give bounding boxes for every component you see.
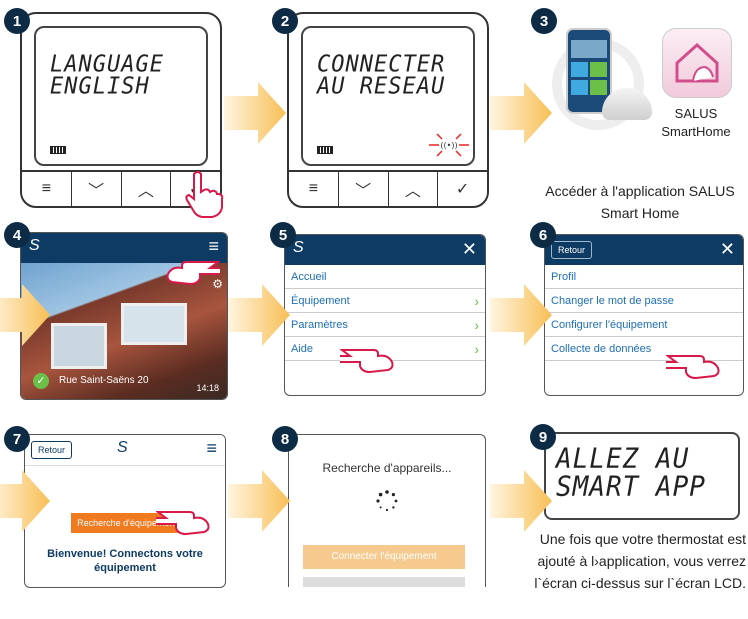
salus-logo: S (293, 239, 304, 256)
menu-item-configure-equipment[interactable]: Configurer l'équipement (545, 313, 743, 337)
menu-button[interactable]: ≡ (22, 172, 72, 206)
up-button[interactable]: ︿ (122, 172, 172, 206)
arrow-right-icon (224, 82, 286, 144)
lcd-line-2: SMART APP (556, 471, 706, 503)
step-number-7: 7 (4, 426, 30, 452)
app-name: SALUS SmartHome (652, 105, 740, 141)
step-number-4: 4 (4, 222, 30, 248)
menu-item-change-password[interactable]: Changer le mot de passe (545, 289, 743, 313)
chevron-right-icon: › (474, 317, 479, 333)
arrow-right-icon (490, 82, 552, 144)
ok-button[interactable]: ✓ (438, 172, 487, 206)
down-button[interactable]: ﹀ (339, 172, 389, 206)
welcome-text: Bienvenue! Connectons votre équipement (47, 548, 203, 574)
svg-text:((•)): ((•)) (440, 141, 457, 150)
battery-icon (50, 146, 66, 154)
chevron-right-icon: › (474, 293, 479, 309)
arrow-right-icon (228, 470, 290, 532)
check-circle-icon: ✓ (33, 373, 49, 389)
lcd-line-2: AU RESEAU (317, 73, 446, 100)
lcd-line-2: ENGLISH (50, 73, 150, 100)
secondary-button[interactable] (303, 577, 465, 587)
close-icon[interactable]: ✕ (720, 239, 735, 260)
wifi-blink-icon: ((•)) (429, 133, 469, 157)
lcd-screen-step-9: ALLEZ AU SMART APP (544, 432, 740, 520)
up-button[interactable]: ︿ (389, 172, 439, 206)
phone-and-gateway-image (548, 28, 658, 158)
thermostat-step-2: CONNECTER AU RESEAU ((•)) ≡ ﹀ ︿ ✓ (287, 12, 489, 208)
step-number-8: 8 (272, 426, 298, 452)
thermostat-buttons: ≡ ﹀ ︿ ✓ (289, 170, 487, 206)
back-button[interactable]: Retour (551, 241, 593, 259)
app-header: Retour ✕ (545, 235, 743, 265)
pointing-hand-icon (666, 355, 720, 380)
step-number-9: 9 (530, 424, 556, 450)
app-name-line-1: SALUS (674, 106, 718, 121)
arrow-right-icon (490, 284, 552, 346)
salus-logo: S (117, 439, 128, 456)
arrow-right-icon (228, 284, 290, 346)
menu-button[interactable]: ≡ (289, 172, 339, 206)
time-label: 14:18 (196, 383, 219, 393)
lcd-screen: CONNECTER AU RESEAU ((•)) (301, 26, 475, 166)
menu-item-equipement[interactable]: Équipement › (285, 289, 485, 313)
step-number-3: 3 (531, 8, 557, 34)
menu-item-accueil[interactable]: Accueil (285, 265, 485, 289)
battery-icon (317, 146, 333, 154)
searching-screen: Recherche d'appareils... Connecter l'équ… (288, 434, 486, 587)
step-number-2: 2 (272, 8, 298, 34)
app-header: Retour S ≡ (25, 435, 225, 466)
loading-spinner-icon (376, 490, 398, 512)
pointing-hand-icon (156, 511, 210, 536)
arrow-right-icon (490, 470, 552, 532)
step-9-caption: Une fois que votre thermostat est ajouté… (534, 531, 746, 591)
chevron-right-icon: › (474, 341, 479, 357)
step-number-5: 5 (270, 222, 296, 248)
step-3-caption: Accéder à l'application SALUS Smart Home (545, 183, 735, 221)
connect-equipment-button[interactable]: Connecter l'équipement (303, 545, 465, 569)
lcd-screen: LANGUAGE ENGLISH (34, 26, 208, 166)
hamburger-menu-icon[interactable]: ≡ (206, 438, 217, 459)
salus-logo: S (29, 237, 40, 254)
menu-item-profil[interactable]: Profil (545, 265, 743, 289)
down-button[interactable]: ﹀ (72, 172, 122, 206)
close-icon[interactable]: ✕ (462, 239, 477, 260)
arrow-right-icon (0, 284, 50, 346)
location-label: Rue Saint-Saëns 20 (59, 375, 149, 386)
pointing-hand-icon (340, 349, 394, 374)
back-button[interactable]: Retour (31, 441, 73, 459)
salus-app-icon[interactable] (662, 28, 732, 98)
app-header: S ✕ (285, 235, 485, 265)
step-number-6: 6 (530, 222, 556, 248)
pointing-hand-icon (166, 261, 220, 286)
pointing-hand-icon (185, 171, 224, 218)
searching-text: Recherche d'appareils... (322, 461, 452, 475)
arrow-right-icon (0, 470, 50, 532)
lcd-line-1: ALLEZ AU (556, 443, 690, 475)
menu-item-parametres[interactable]: Paramètres › (285, 313, 485, 337)
app-name-line-2: SmartHome (661, 124, 731, 139)
step-number-1: 1 (4, 8, 30, 34)
